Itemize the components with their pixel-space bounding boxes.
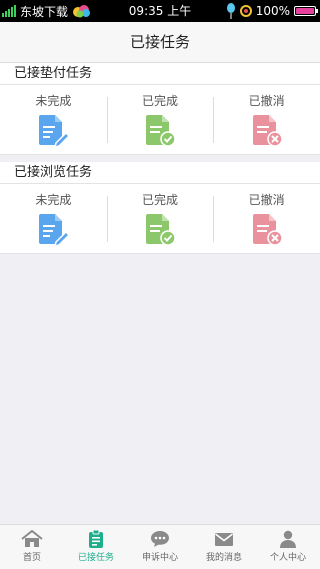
- browse-unfinished-button[interactable]: 未完成: [0, 184, 107, 253]
- advance-finished-button[interactable]: 已完成: [106, 85, 214, 154]
- clipboard-icon: [89, 530, 103, 548]
- document-cancel-icon: [252, 115, 283, 147]
- advance-task-status-row: 未完成 已完成 已撤消: [0, 85, 320, 155]
- carrier-name: 东坡下载: [20, 4, 69, 19]
- section-title-browse-tasks: 已接浏览任务: [0, 162, 320, 184]
- document-check-icon: [146, 115, 176, 147]
- page-title: 已接任务: [0, 22, 320, 63]
- tab-appeal-center[interactable]: 申诉中心: [128, 525, 192, 569]
- tab-label: 首页: [22, 553, 41, 563]
- signal-icon: [2, 5, 16, 17]
- chat-bubble-icon: [151, 531, 169, 547]
- battery-icon: [294, 6, 318, 16]
- status-label: 已完成: [142, 193, 179, 207]
- status-label: 已撤消: [248, 193, 285, 207]
- envelope-icon: [215, 533, 233, 546]
- document-cancel-icon: [252, 214, 283, 246]
- browse-finished-button[interactable]: 已完成: [106, 184, 214, 253]
- tab-profile[interactable]: 个人中心: [256, 525, 320, 569]
- location-icon: [239, 5, 252, 17]
- tab-label: 我的消息: [205, 553, 242, 563]
- battery-percent: 100%: [255, 4, 290, 18]
- balloon-icon: [226, 3, 235, 19]
- browse-cancelled-button[interactable]: 已撤消: [213, 184, 320, 253]
- tab-accepted-tasks[interactable]: 已接任务: [64, 525, 128, 569]
- bottom-tab-bar: 首页 已接任务 申诉中心 我的消息 个人中心: [0, 524, 320, 569]
- browse-task-status-row: 未完成 已完成 已撤消: [0, 184, 320, 254]
- status-label: 未完成: [35, 94, 72, 108]
- document-edit-icon: [39, 115, 71, 147]
- status-label: 已撤消: [248, 94, 285, 108]
- status-bar: 东坡下载 09:35 上午 100%: [0, 0, 320, 22]
- home-icon: [21, 530, 43, 547]
- advance-unfinished-button[interactable]: 未完成: [0, 85, 107, 154]
- document-check-icon: [146, 214, 176, 246]
- user-icon: [280, 530, 296, 548]
- tab-label: 申诉中心: [141, 553, 178, 563]
- tab-label: 个人中心: [269, 553, 306, 563]
- section-title-advance-tasks: 已接垫付任务: [0, 63, 320, 85]
- tab-label: 已接任务: [77, 553, 114, 563]
- tab-home[interactable]: 首页: [0, 525, 64, 569]
- tab-my-messages[interactable]: 我的消息: [192, 525, 256, 569]
- status-label: 已完成: [142, 94, 179, 108]
- cloud-app-icon: [73, 5, 91, 18]
- document-edit-icon: [39, 214, 71, 246]
- status-label: 未完成: [35, 193, 72, 207]
- advance-cancelled-button[interactable]: 已撤消: [213, 85, 320, 154]
